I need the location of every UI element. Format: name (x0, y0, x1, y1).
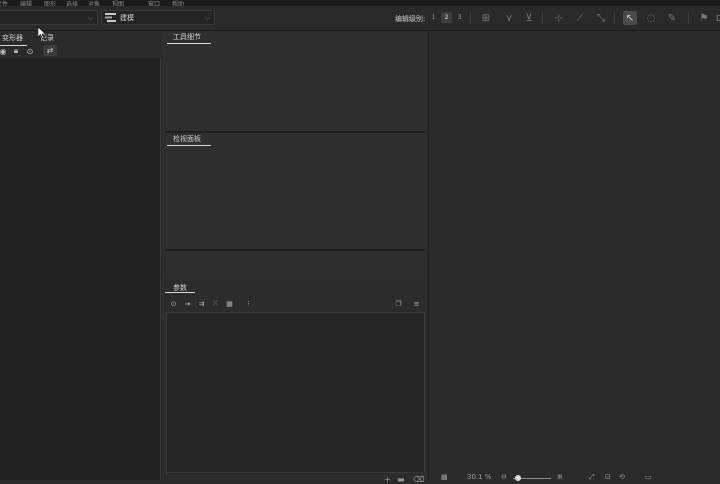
connect-icon[interactable]: ⟋ (573, 11, 587, 25)
divider (470, 12, 471, 24)
copy-icon[interactable]: ❐ (393, 299, 404, 308)
parameters-tab-underline (165, 292, 195, 293)
middle-column: 工具细节 检视面板 参数 ⊙ ⇥ ⇉ ⤫ ▦ ⁝ ❐ ≡ + ▬ ⌫ (162, 31, 426, 484)
path-icon[interactable]: ⤡ (594, 11, 608, 25)
lock-icon[interactable]: 🔒︎ (11, 46, 21, 56)
mesh-select-icon[interactable]: ⋎ (502, 11, 516, 25)
edit-level-label: 编辑级别: (395, 15, 426, 23)
circle-arrow-icon[interactable]: ⊙ (25, 46, 35, 56)
chevron-down-icon: ⌵ (87, 14, 93, 22)
canvas-viewport[interactable]: ▩ 30.1 % ⊖ ⊕ ⤢ ⊡ ⟲ ▭ (428, 31, 720, 482)
lasso-icon[interactable]: ◌ (644, 11, 658, 25)
inspector-panel: 检视面板 (165, 133, 425, 251)
tab-deformer[interactable]: 变形器 (0, 33, 27, 46)
modeling-icon (105, 13, 116, 22)
flag-icon[interactable]: ⚑ (697, 11, 711, 25)
link-param-icon[interactable]: ⇥ (182, 299, 193, 308)
inspector-title: 检视面板 (167, 135, 211, 146)
pin-icon[interactable]: ⊏ (713, 11, 720, 25)
left-panel: 变形器 记录 ◉ 🔒︎ ⊙ ⇄ (0, 31, 161, 480)
brush-icon[interactable]: ✎ (665, 11, 679, 25)
parameters-list[interactable] (166, 312, 425, 473)
eye-icon[interactable]: ◉ (0, 46, 8, 56)
table-icon[interactable]: ▦ (224, 299, 235, 308)
zoom-slider-knob[interactable] (515, 475, 521, 481)
tool-detail-title: 工具细节 (167, 33, 211, 44)
edit-level-3[interactable]: 3 (454, 12, 465, 23)
divider (688, 12, 689, 24)
mode-combo[interactable]: 建模 ⌵ (101, 10, 215, 25)
left-panel-header: 变形器 记录 ◉ 🔒︎ ⊙ ⇄ (0, 31, 161, 58)
add-key-icon[interactable]: ⇉ (196, 299, 207, 308)
divider (614, 12, 615, 24)
fit-screen-icon[interactable]: ⤢ (589, 473, 595, 482)
menu-icon[interactable]: ≡ (411, 299, 422, 308)
model-select-combo[interactable]: ⌵ (0, 10, 98, 25)
arrow-select-icon[interactable]: ↖ (623, 11, 637, 25)
main-toolbar: ⌵ 建模 ⌵ 编辑级别: 1 2 3 ⊞ ⋎ ⊻ ⊹ ⟋ ⤡ ↖ ◌ ✎ ⚑ ⊏ (0, 6, 720, 31)
expand-circle-icon[interactable]: ⊙ (168, 299, 179, 308)
mouse-cursor-icon (38, 27, 46, 39)
mode-combo-label: 建模 (120, 14, 134, 22)
mesh-filter-icon[interactable]: ⊻ (522, 11, 536, 25)
swap-icon[interactable]: ⇄ (43, 45, 57, 56)
divider (542, 12, 543, 24)
grid-dots-icon[interactable]: ⁝ (243, 299, 254, 308)
deform-grid-icon[interactable]: ⊹ (552, 11, 566, 25)
edit-level-2[interactable]: 2 (441, 12, 452, 23)
edit-level-1[interactable]: 1 (428, 12, 439, 23)
parameters-panel: 参数 ⊙ ⇥ ⇉ ⤫ ▦ ⁝ ❐ ≡ + ▬ ⌫ (165, 279, 425, 484)
chevron-down-icon: ⌵ (204, 14, 210, 22)
grid-edit-icon[interactable]: ⊞ (479, 11, 493, 25)
remove-key-icon[interactable]: ⤫ (210, 299, 221, 308)
tool-detail-panel: 工具细节 (165, 31, 425, 133)
left-panel-scrollbar[interactable] (160, 58, 161, 480)
